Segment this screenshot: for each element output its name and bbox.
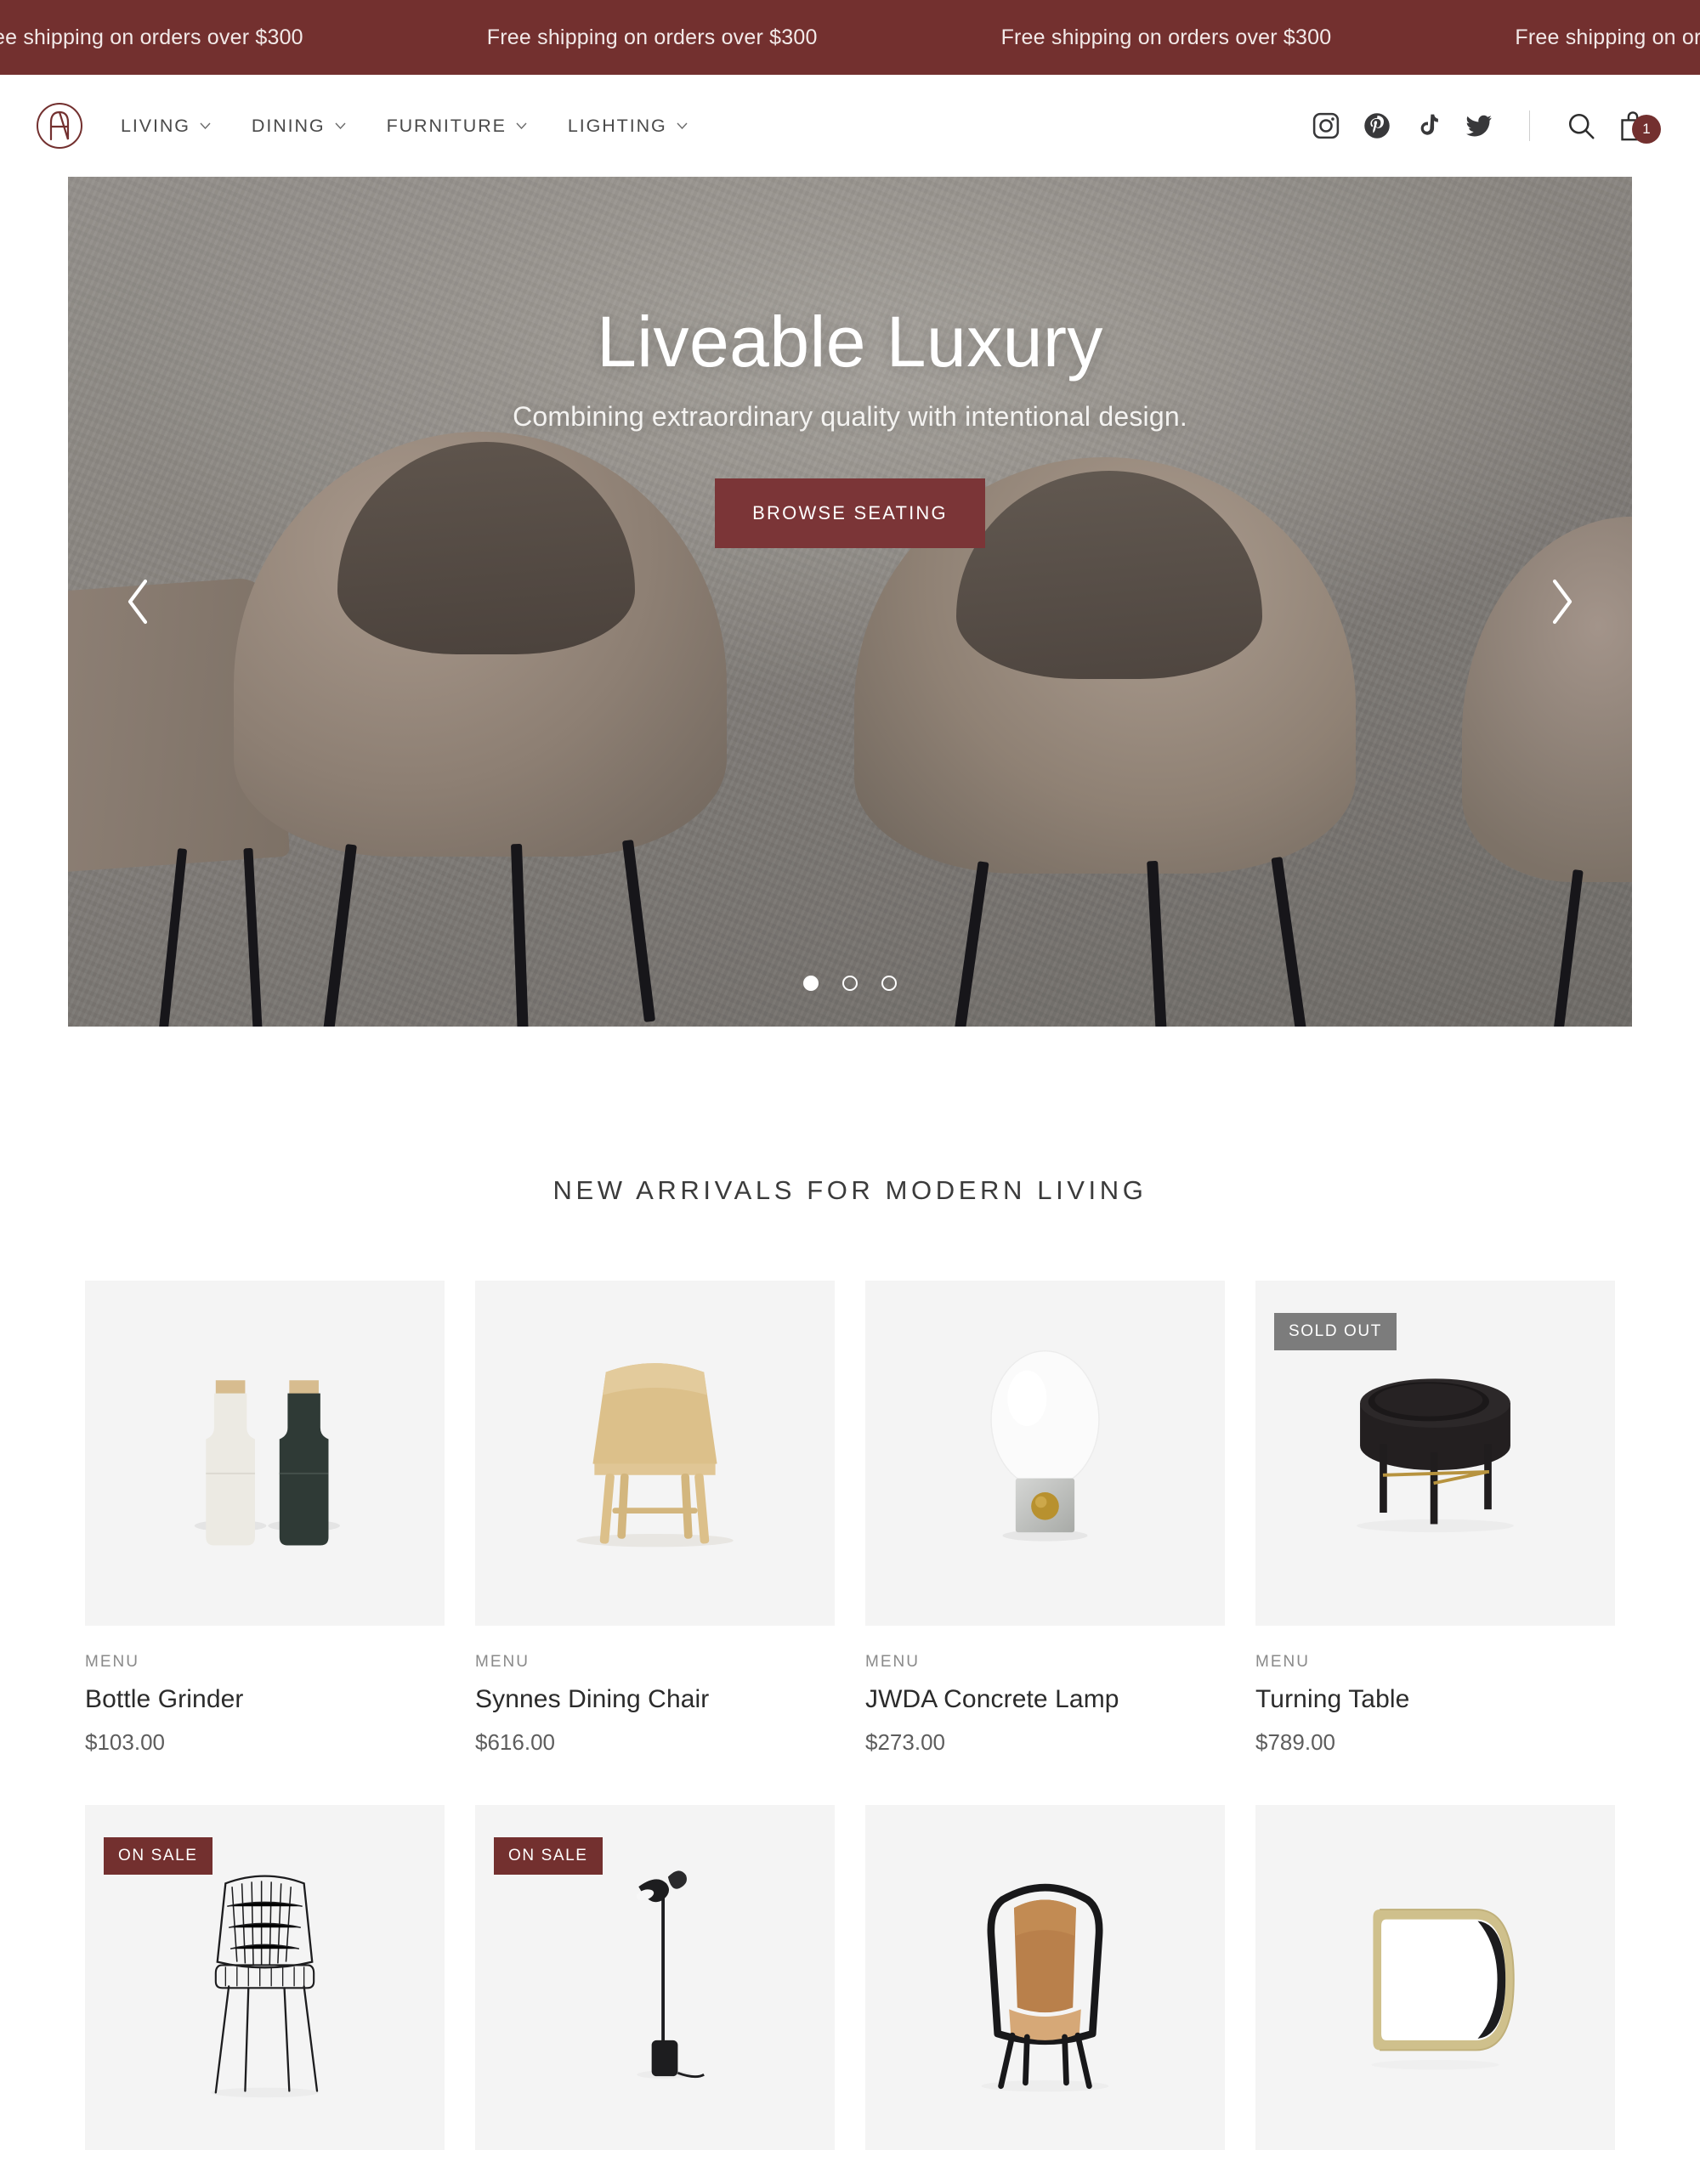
product-vendor: MENU (1255, 1653, 1310, 1671)
product-card[interactable]: ON SALE (475, 1805, 835, 2150)
chevron-down-icon (516, 122, 527, 129)
on-sale-badge: ON SALE (494, 1837, 603, 1875)
carousel-dot-2[interactable] (842, 976, 858, 991)
chevron-down-icon (200, 122, 211, 129)
product-image[interactable]: ON SALE (85, 1805, 445, 2150)
hero-section: Liveable Luxury Combining extraordinary … (0, 177, 1700, 1027)
announcement-bar: Free shipping on orders over $300 Free sh… (0, 0, 1700, 75)
hero-subtitle: Combining extraordinary quality with int… (513, 401, 1187, 433)
cart-count-badge: 1 (1632, 115, 1661, 144)
carousel-dot-3[interactable] (881, 976, 897, 991)
on-sale-badge: ON SALE (104, 1837, 212, 1875)
nav-item-lighting[interactable]: LIGHTING (568, 116, 688, 137)
hero-copy: Liveable Luxury Combining extraordinary … (68, 302, 1632, 549)
chevron-down-icon (677, 122, 688, 129)
product-name[interactable]: Synnes Dining Chair (475, 1685, 835, 1714)
product-card[interactable] (1255, 1805, 1615, 2150)
carousel-next-button[interactable] (1532, 572, 1591, 631)
cart-button[interactable]: 1 (1618, 110, 1661, 144)
chevron-down-icon (335, 122, 346, 129)
product-price: $789.00 (1255, 1729, 1335, 1755)
tiktok-icon[interactable] (1414, 111, 1442, 140)
twitter-icon[interactable] (1465, 111, 1493, 140)
nav-item-furniture[interactable]: FURNITURE (387, 116, 527, 137)
nav-label: FURNITURE (386, 115, 507, 136)
product-vendor: MENU (85, 1653, 139, 1671)
sold-out-badge: SOLD OUT (1274, 1313, 1397, 1350)
product-card[interactable]: ON SALE (85, 1805, 445, 2150)
logo-circle-a-icon[interactable] (36, 102, 83, 150)
announcement-message: Free shipping on orders over $300 (486, 25, 818, 49)
announcement-message: Free shipping on orders over $300 (1515, 25, 1700, 49)
section-title: NEW ARRIVALS FOR MODERN LIVING (552, 1175, 1148, 1205)
product-card[interactable] (865, 1805, 1225, 2150)
product-name[interactable]: Turning Table (1255, 1685, 1615, 1714)
product-price: $103.00 (85, 1729, 165, 1755)
header-actions: 1 (1312, 110, 1661, 144)
site-header: LIVING DINING FURNITURE LIGHTING 1 (0, 75, 1700, 177)
product-price: $616.00 (475, 1729, 555, 1755)
product-name[interactable]: Bottle Grinder (85, 1685, 445, 1714)
chevron-left-icon (128, 579, 148, 625)
nav-item-dining[interactable]: DINING (252, 116, 346, 137)
product-image[interactable] (865, 1805, 1225, 2150)
search-icon[interactable] (1566, 110, 1596, 141)
instagram-icon[interactable] (1312, 111, 1340, 140)
pinterest-icon[interactable] (1363, 111, 1391, 140)
carousel-prev-button[interactable] (109, 572, 168, 631)
chevron-right-icon (1552, 579, 1572, 625)
hero-title: Liveable Luxury (597, 302, 1103, 382)
announcement-message: Free shipping on orders over $300 (1000, 25, 1332, 49)
header-divider (1529, 110, 1530, 141)
product-vendor: MENU (865, 1653, 920, 1671)
product-price: $273.00 (865, 1729, 945, 1755)
hero-carousel: Liveable Luxury Combining extraordinary … (68, 177, 1632, 1027)
nav-label: LIVING (121, 115, 190, 136)
product-image[interactable] (475, 1281, 835, 1626)
new-arrivals-section: NEW ARRIVALS FOR MODERN LIVING MENU Bottl… (0, 1027, 1700, 2184)
product-vendor: MENU (475, 1653, 530, 1671)
carousel-dots (68, 976, 1632, 991)
announcement-marquee: Free shipping on orders over $300 Free sh… (0, 25, 1700, 50)
main-navigation: LIVING DINING FURNITURE LIGHTING (121, 116, 688, 137)
browse-seating-button[interactable]: BROWSE SEATING (715, 478, 985, 549)
carousel-dot-1[interactable] (803, 976, 819, 991)
product-image[interactable] (865, 1281, 1225, 1626)
product-image[interactable]: SOLD OUT (1255, 1281, 1615, 1626)
product-image[interactable]: ON SALE (475, 1805, 835, 2150)
product-card[interactable]: SOLD OUT MENU Turning Table $789.00 (1255, 1281, 1615, 1756)
product-card[interactable]: MENU Synnes Dining Chair $616.00 (475, 1281, 835, 1756)
announcement-message: Free shipping on orders over $300 (0, 25, 303, 49)
product-card[interactable]: MENU Bottle Grinder $103.00 (85, 1281, 445, 1756)
product-name[interactable]: JWDA Concrete Lamp (865, 1685, 1225, 1714)
product-image[interactable] (1255, 1805, 1615, 2150)
nav-label: DINING (251, 115, 326, 136)
product-image[interactable] (85, 1281, 445, 1626)
product-card[interactable]: MENU JWDA Concrete Lamp $273.00 (865, 1281, 1225, 1756)
social-links (1312, 111, 1493, 140)
nav-item-living[interactable]: LIVING (121, 116, 211, 137)
product-grid: MENU Bottle Grinder $103.00 MENU Synnes Din… (85, 1281, 1615, 2150)
nav-label: LIGHTING (567, 115, 667, 136)
